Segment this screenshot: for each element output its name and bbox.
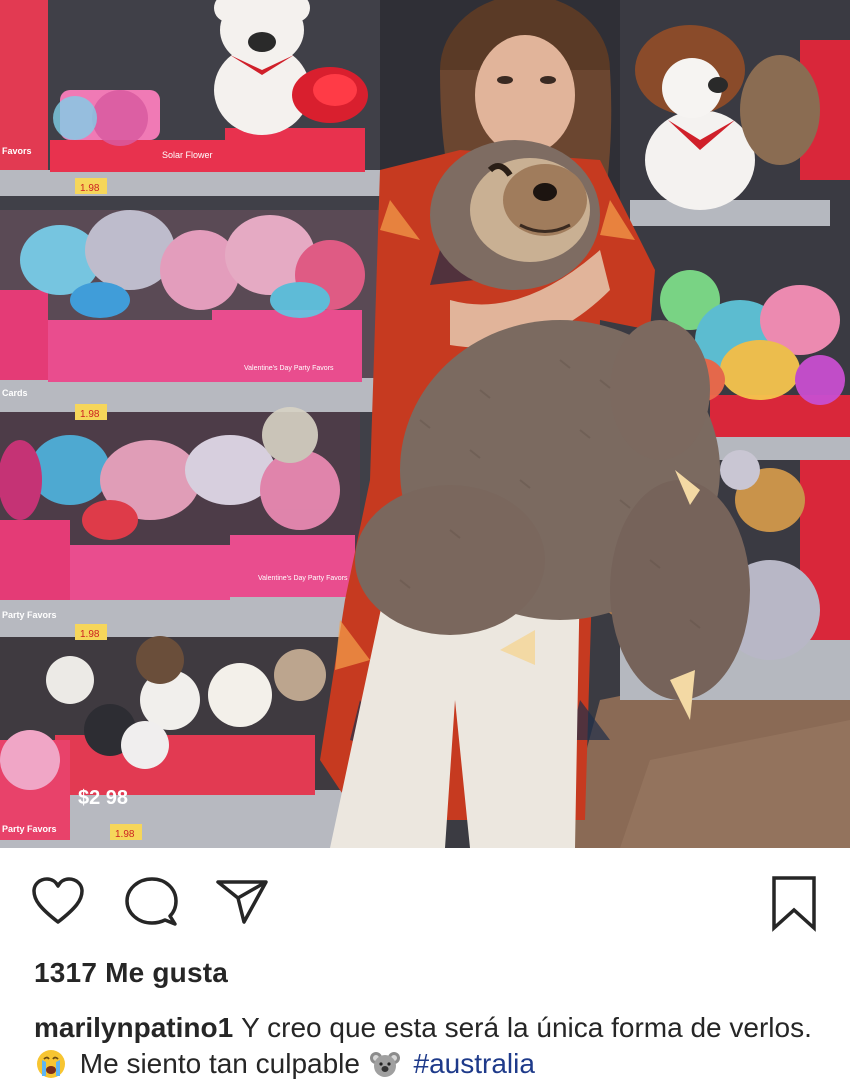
shelf-label-favors: Favors: [2, 146, 32, 156]
price-tag-3: 1.98: [80, 629, 100, 640]
heart-icon[interactable]: [30, 876, 86, 931]
shelf-label-party-favors-1: Party Favors: [2, 610, 57, 620]
likes-count[interactable]: 1317 Me gusta: [34, 957, 228, 989]
crying-face-icon: [36, 1049, 66, 1079]
shelf-label-valentines-2: Valentine's Day Party Favors: [258, 575, 348, 582]
price-tag-1: 1.98: [80, 183, 100, 194]
koala-face-icon: [369, 1049, 400, 1079]
caption: marilynpatino1 Y creo que esta será la ún…: [34, 1010, 824, 1082]
shelf-label-party-favors-2: Party Favors: [2, 824, 57, 834]
paper-plane-icon[interactable]: [214, 876, 270, 931]
comment-icon[interactable]: [123, 876, 179, 933]
caption-text-part1: Y creo que esta será la única forma de v…: [241, 1012, 812, 1043]
price-tag-2: 1.98: [80, 409, 100, 420]
photo-illustration: 1.98 1.98 1.98 1.98 $2 98 Favors Solar F…: [0, 0, 850, 848]
shelf-label-solar-flower: Solar Flower: [162, 150, 213, 160]
shelf-label-cards: Cards: [2, 388, 28, 398]
post-photo[interactable]: 1.98 1.98 1.98 1.98 $2 98 Favors Solar F…: [0, 0, 850, 848]
bookmark-icon[interactable]: [768, 874, 820, 937]
hashtag-link[interactable]: #australia: [414, 1048, 535, 1079]
caption-text-part2: Me siento tan culpable: [79, 1048, 360, 1079]
big-price-label: $2 98: [78, 787, 128, 809]
price-tag-4: 1.98: [115, 829, 135, 840]
username-link[interactable]: marilynpatino1: [34, 1012, 233, 1043]
shelf-label-valentines-1: Valentine's Day Party Favors: [244, 365, 334, 372]
